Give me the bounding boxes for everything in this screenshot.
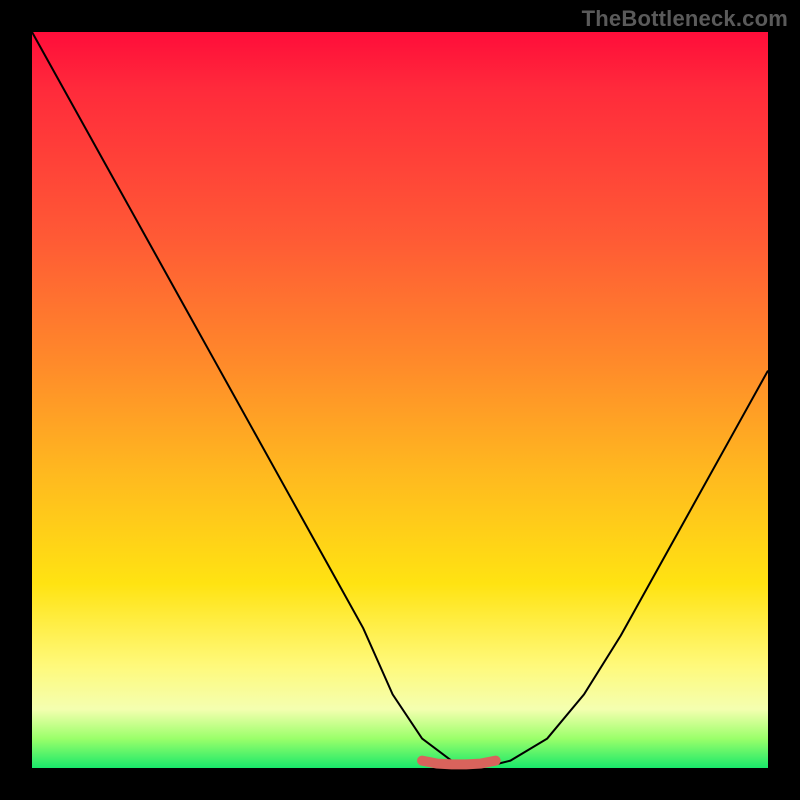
chart-frame: TheBottleneck.com [0,0,800,800]
curve-layer [32,32,768,768]
bottleneck-curve [32,32,768,764]
flat-marker [422,761,496,765]
watermark-text: TheBottleneck.com [582,6,788,32]
plot-area [32,32,768,768]
